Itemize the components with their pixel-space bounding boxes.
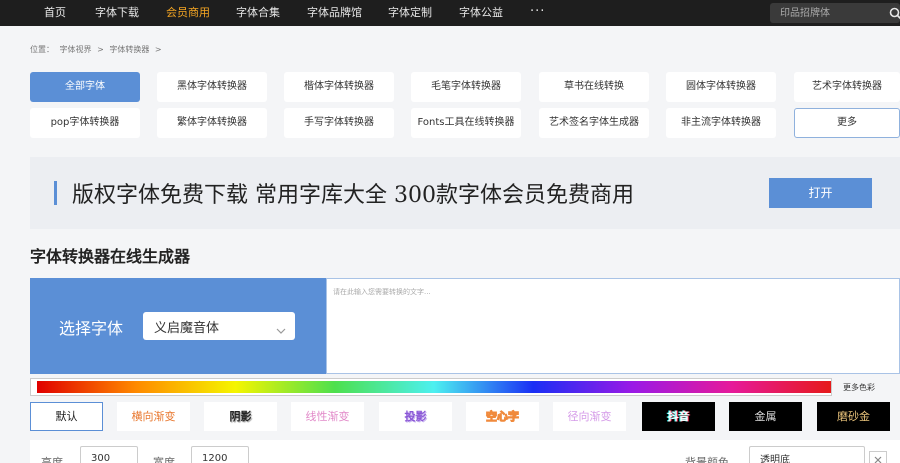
category-pop[interactable]: pop字体转换器: [30, 108, 140, 138]
bg-color-input[interactable]: [749, 446, 865, 463]
width-label: 宽度: [153, 456, 175, 463]
style-default[interactable]: 默认: [30, 402, 103, 431]
height-input[interactable]: [80, 446, 138, 463]
nav-item-member[interactable]: 会员商用: [166, 0, 210, 26]
chevron-down-icon: [276, 321, 286, 334]
banner-accent-bar: [54, 181, 57, 205]
search-input[interactable]: [780, 5, 880, 21]
breadcrumb-link-home[interactable]: 字体视界: [60, 45, 92, 54]
color-picker-strip: [30, 378, 832, 396]
category-hei[interactable]: 黑体字体转换器: [157, 72, 267, 102]
promo-banner: 版权字体免费下载 常用字库大全 300款字体会员免费商用 打开: [30, 157, 900, 229]
height-label: 高度: [41, 456, 63, 463]
category-round[interactable]: 圆体字体转换器: [666, 72, 776, 102]
text-input-panel: [326, 278, 900, 374]
category-art[interactable]: 艺术字体转换器: [794, 72, 900, 102]
clear-icon[interactable]: [869, 451, 887, 463]
style-linear-gradient[interactable]: 线性渐变: [291, 402, 364, 431]
style-douyin[interactable]: 抖音: [642, 402, 715, 431]
nav-item-home[interactable]: 首页: [44, 0, 66, 26]
category-alternative[interactable]: 非主流字体转换器: [666, 108, 776, 138]
style-frosted-gold[interactable]: 磨砂金: [817, 402, 890, 431]
bg-color-label: 背景颜色: [685, 456, 729, 463]
category-fonts-tool[interactable]: Fonts工具在线转换器: [411, 108, 521, 138]
breadcrumb-separator: >: [97, 45, 104, 54]
font-select-panel: 选择字体 义启魔音体: [30, 278, 326, 374]
style-radial-gradient[interactable]: 径向渐变: [553, 402, 626, 431]
category-traditional[interactable]: 繁体字体转换器: [157, 108, 267, 138]
nav-more-button[interactable]: ···: [530, 0, 545, 26]
font-select-value: 义启魔音体: [154, 321, 220, 336]
search-icon[interactable]: [889, 6, 900, 20]
breadcrumb: 位置： 字体视界 > 字体转换器 >: [30, 44, 165, 55]
breadcrumb-link-converter[interactable]: 字体转换器: [109, 45, 149, 54]
font-select[interactable]: 义启魔音体: [143, 312, 295, 340]
width-input[interactable]: [191, 446, 249, 463]
category-cursive[interactable]: 草书在线转换: [539, 72, 649, 102]
nav-item-charity[interactable]: 字体公益: [459, 0, 503, 26]
nav-item-font-download[interactable]: 字体下载: [95, 0, 139, 26]
nav-item-collections[interactable]: 字体合集: [236, 0, 280, 26]
category-brush[interactable]: 毛笔字体转换器: [411, 72, 521, 102]
style-projection[interactable]: 投影: [379, 402, 452, 431]
breadcrumb-prefix: 位置：: [30, 45, 54, 54]
banner-text: 版权字体免费下载 常用字库大全 300款字体会员免费商用: [72, 183, 634, 208]
category-kai[interactable]: 楷体字体转换器: [284, 72, 394, 102]
top-nav: 首页 字体下载 会员商用 字体合集 字体品牌馆 字体定制 字体公益 ···: [0, 0, 900, 26]
category-more[interactable]: 更多: [794, 108, 900, 138]
more-colors-link[interactable]: 更多色彩: [843, 382, 875, 393]
style-hollow[interactable]: 空心字: [466, 402, 539, 431]
color-gradient-bar[interactable]: [37, 381, 831, 393]
style-shadow[interactable]: 阴影: [204, 402, 277, 431]
nav-item-custom[interactable]: 字体定制: [388, 0, 432, 26]
category-all-fonts[interactable]: 全部字体: [30, 72, 140, 102]
page-title: 字体转换器在线生成器: [30, 247, 191, 266]
search-box: [770, 3, 900, 23]
category-handwriting[interactable]: 手写字体转换器: [284, 108, 394, 138]
style-metal[interactable]: 金属: [729, 402, 802, 431]
breadcrumb-separator: >: [154, 45, 162, 54]
nav-item-brand[interactable]: 字体品牌馆: [307, 0, 362, 26]
banner-open-button[interactable]: 打开: [769, 178, 872, 208]
font-select-label: 选择字体: [59, 319, 124, 338]
size-form: 高度 宽度 背景颜色: [30, 440, 900, 463]
category-signature[interactable]: 艺术签名字体生成器: [539, 108, 649, 138]
style-horizontal-gradient[interactable]: 横向渐变: [117, 402, 190, 431]
text-input[interactable]: [333, 287, 893, 367]
